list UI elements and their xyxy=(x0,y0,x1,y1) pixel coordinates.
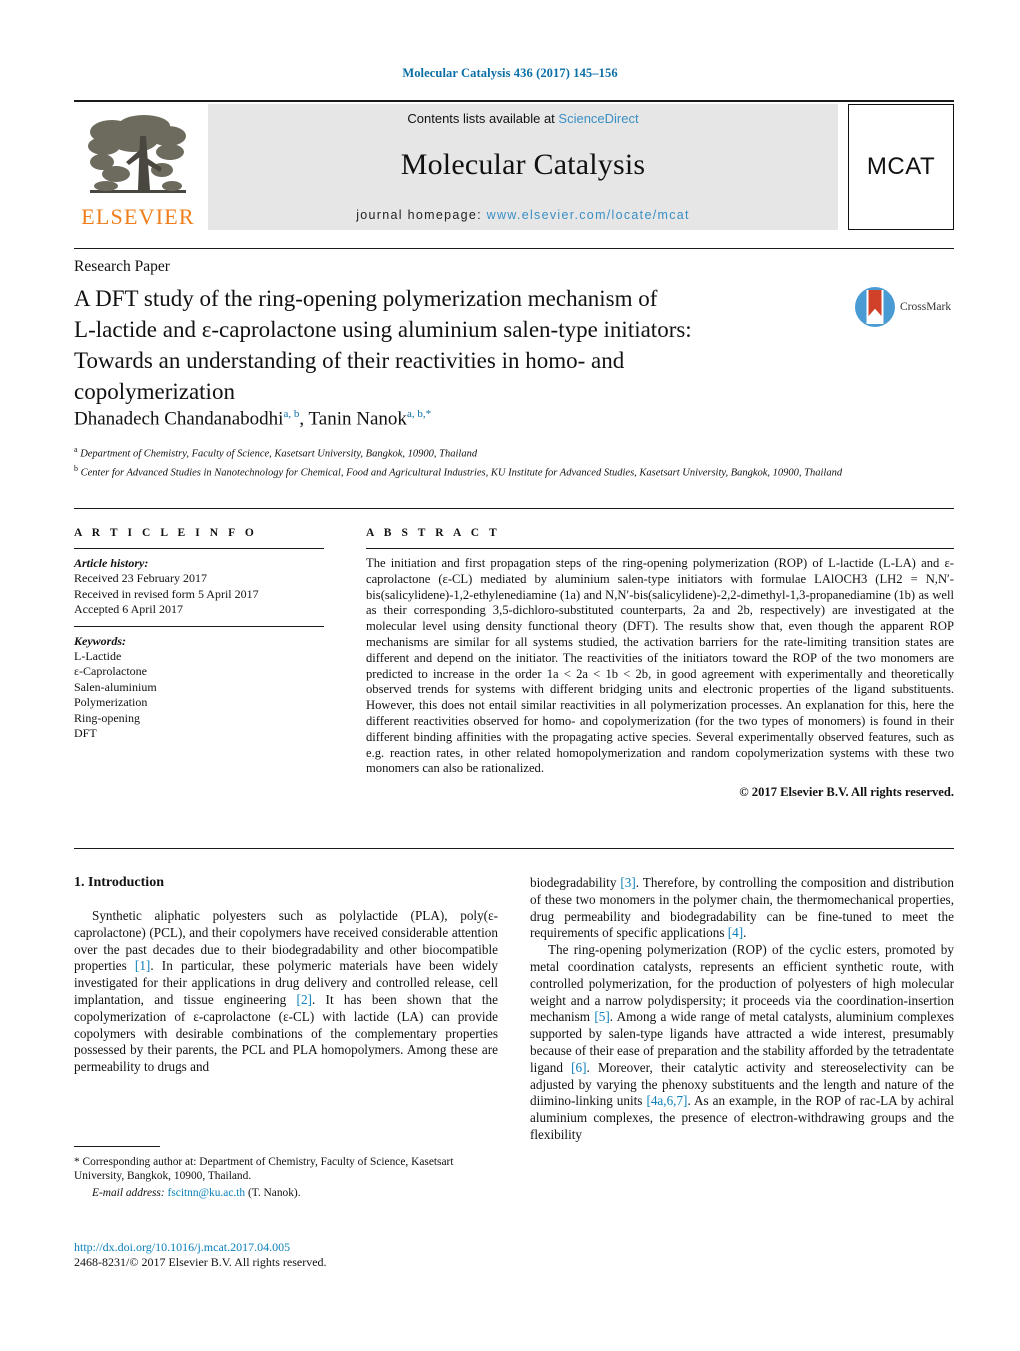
article-info-column: A R T I C L E I N F O Article history: R… xyxy=(74,527,324,742)
keyword-item: L-Lactide xyxy=(74,648,122,663)
journal-masthead: ELSEVIER Contents lists available at Sci… xyxy=(74,100,954,230)
title-line-2-smallcaps: L xyxy=(74,317,89,342)
citation-ref[interactable]: [1] xyxy=(135,958,150,973)
abstract-column: A B S T R A C T The initiation and first… xyxy=(366,527,954,800)
running-head: Molecular Catalysis 436 (2017) 145–156 xyxy=(402,66,618,80)
abstract-heading: A B S T R A C T xyxy=(366,527,501,539)
homepage-prefix: journal homepage: xyxy=(356,207,487,222)
title-line-1: A DFT study of the ring-opening polymeri… xyxy=(74,286,658,311)
doi-link[interactable]: http://dx.doi.org/10.1016/j.mcat.2017.04… xyxy=(74,1240,524,1255)
keyword-item: Ring-opening xyxy=(74,710,140,725)
elsevier-wordmark: ELSEVIER xyxy=(81,204,195,229)
journal-badge: MCAT xyxy=(848,104,954,230)
affiliations: a Department of Chemistry, Faculty of Sc… xyxy=(74,443,864,480)
article-type-label: Research Paper xyxy=(74,258,170,275)
keywords-block: Keywords: L-Lactide ε-Caprolactone Salen… xyxy=(74,625,324,742)
author-2-affil-marker: a, b, xyxy=(406,408,426,420)
keyword-item: Salen-aluminium xyxy=(74,679,157,694)
author-list: Dhanadech Chandanabodhia, b, Tanin Nanok… xyxy=(74,408,431,430)
keywords-label: Keywords: xyxy=(74,633,126,648)
doi-block: http://dx.doi.org/10.1016/j.mcat.2017.04… xyxy=(74,1240,524,1270)
corresponding-author-note: Corresponding author at: Department of C… xyxy=(74,1156,454,1183)
affiliation-a-marker: a xyxy=(74,445,78,454)
citation-ref[interactable]: [4a,6,7] xyxy=(646,1093,687,1108)
sciencedirect-link[interactable]: ScienceDirect xyxy=(558,111,638,126)
elsevier-logo: ELSEVIER xyxy=(74,104,202,230)
email-link[interactable]: fscitnn@ku.ac.th xyxy=(168,1187,246,1199)
corresponding-author-star: * xyxy=(425,408,432,420)
keyword-item: ε-Caprolactone xyxy=(74,664,148,678)
article-info-rule xyxy=(74,548,324,549)
crossmark-badge[interactable]: CrossMark xyxy=(855,285,955,329)
contents-prefix: Contents lists available at xyxy=(407,110,559,126)
title-line-2: -lactide and ε-caprolactone using alumin… xyxy=(88,317,692,342)
crossmark-label: CrossMark xyxy=(900,301,952,313)
abstract-body: The initiation and first propagation ste… xyxy=(366,556,954,776)
keyword-item: Polymerization xyxy=(74,695,148,709)
history-received: Received 23 February 2017 xyxy=(74,571,207,585)
issn-copyright-line: 2468-8231/© 2017 Elsevier B.V. All right… xyxy=(74,1255,327,1269)
intro-paragraph-1: Synthetic aliphatic polyesters such as p… xyxy=(74,908,498,1075)
intro-paragraph-3: The ring-opening polymerization (ROP) of… xyxy=(530,942,954,1142)
page-title: A DFT study of the ring-opening polymeri… xyxy=(74,283,774,407)
keywords-rule xyxy=(74,625,324,627)
citation-ref[interactable]: [4] xyxy=(728,925,743,940)
abstract-rule xyxy=(366,548,954,549)
article-history-label: Article history: xyxy=(74,556,149,570)
affiliation-b-text: Center for Advanced Studies in Nanotechn… xyxy=(80,467,843,478)
title-line-4: copolymerization xyxy=(74,379,235,404)
divider-below-abstract xyxy=(74,848,954,849)
citation-ref[interactable]: [2] xyxy=(297,992,312,1007)
intro-paragraph-2: biodegradability [3]. Therefore, by cont… xyxy=(530,875,954,941)
journal-band: Contents lists available at ScienceDirec… xyxy=(208,104,838,230)
affiliation-b-marker: b xyxy=(74,463,78,473)
article-info-heading: A R T I C L E I N F O xyxy=(74,527,258,539)
crossmark-icon xyxy=(855,287,895,327)
citation-ref[interactable]: [6] xyxy=(571,1060,586,1075)
title-line-3: Towards an understanding of their reacti… xyxy=(74,348,625,373)
footnote-rule xyxy=(74,1146,160,1147)
section-heading-introduction: 1. Introduction xyxy=(74,875,164,890)
body-column-left: 1. Introduction Synthetic aliphatic poly… xyxy=(74,875,498,1076)
journal-homepage-line: journal homepage: www.elsevier.com/locat… xyxy=(356,208,690,222)
divider-above-title xyxy=(74,248,954,249)
homepage-url[interactable]: www.elsevier.com/locate/mcat xyxy=(487,208,690,222)
footnote-block: * Corresponding author at: Department of… xyxy=(74,1155,498,1200)
email-line: E-mail address: fscitnn@ku.ac.th (T. Nan… xyxy=(74,1186,498,1200)
elsevier-tree-icon xyxy=(82,112,194,204)
citation-ref[interactable]: [5] xyxy=(594,1009,609,1024)
email-label: E-mail address: xyxy=(92,1186,165,1199)
citation-ref[interactable]: [3] xyxy=(620,875,635,890)
email-owner: (T. Nanok). xyxy=(245,1186,301,1199)
contents-line: Contents lists available at ScienceDirec… xyxy=(407,111,638,126)
author-separator: , xyxy=(299,408,309,430)
journal-title: Molecular Catalysis xyxy=(400,147,646,181)
affiliation-a: a Department of Chemistry, Faculty of Sc… xyxy=(74,443,864,462)
keyword-item: DFT xyxy=(74,726,97,740)
author-1-affil-marker: a, b xyxy=(283,408,300,420)
body-column-right: biodegradability [3]. Therefore, by cont… xyxy=(530,875,954,1144)
affiliation-a-text: Department of Chemistry, Faculty of Scie… xyxy=(80,448,478,460)
divider-above-abstract xyxy=(74,508,954,509)
journal-article-page: Molecular Catalysis 436 (2017) 145–156 E… xyxy=(0,0,1020,1351)
history-revised: Received in revised form 5 April 2017 xyxy=(74,586,259,601)
history-accepted: Accepted 6 April 2017 xyxy=(74,602,183,616)
abstract-copyright: © 2017 Elsevier B.V. All rights reserved… xyxy=(739,785,954,800)
author-name-1: Dhanadech Chandanabodhi xyxy=(74,408,284,430)
author-name-2: Tanin Nanok xyxy=(308,408,407,430)
affiliation-b: b Center for Advanced Studies in Nanotec… xyxy=(74,462,864,481)
